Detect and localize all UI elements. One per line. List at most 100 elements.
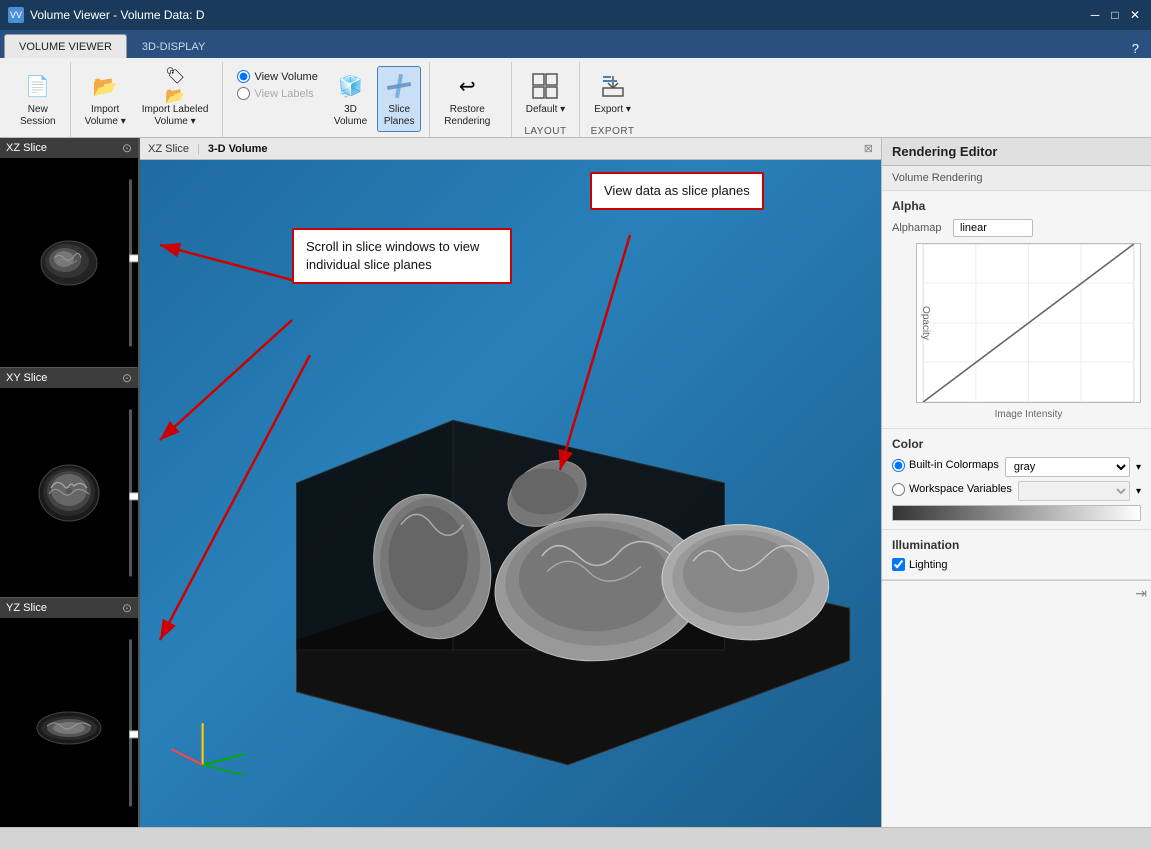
opacity-x-label: Image Intensity	[916, 409, 1141, 420]
new-session-button[interactable]: 📄 NewSession	[14, 66, 62, 132]
yz-slice-content[interactable]	[0, 618, 138, 827]
import-volume-button[interactable]: 📂 ImportVolume ▾	[79, 66, 132, 132]
workspace-variables-dropdown-icon[interactable]: ▾	[1136, 486, 1141, 497]
export-label: Export ▾	[594, 104, 631, 116]
ribbon-section-rendering: ↩ RestoreRendering RENDERING	[430, 62, 512, 137]
builtin-colormap-dropdown-icon[interactable]: ▾	[1136, 462, 1141, 473]
tab-volume-viewer[interactable]: VOLUME VIEWER	[4, 34, 127, 58]
xz-slider-track	[129, 179, 132, 346]
maximize-button[interactable]: □	[1107, 7, 1123, 23]
view-data-annotation-text: View data as slice planes	[604, 183, 750, 198]
close-button[interactable]: ✕	[1127, 7, 1143, 23]
main-area: XZ Slice ⊙	[0, 138, 1151, 827]
workspace-variables-select[interactable]	[1018, 481, 1130, 501]
view-volume-radio-row[interactable]: View Volume	[237, 70, 317, 83]
ribbon-section-export: Export ▾ EXPORT	[580, 62, 645, 137]
ribbon-section-file: 📄 NewSession FILE	[6, 62, 71, 137]
import-volume-label: ImportVolume ▾	[85, 104, 126, 128]
default-layout-label: Default ▾	[526, 104, 565, 116]
ribbon: 📄 NewSession FILE 📂 ImportVolume ▾ 🏷📂 Im…	[0, 58, 1151, 138]
new-session-label: NewSession	[20, 104, 56, 128]
builtin-colormap-radio[interactable]	[892, 459, 905, 472]
restore-rendering-button[interactable]: ↩ RestoreRendering	[438, 66, 496, 132]
lighting-label: Lighting	[909, 559, 948, 571]
xy-slice-content[interactable]	[0, 388, 138, 597]
volume-rendering-label: Volume Rendering	[882, 166, 1151, 191]
xz-slice-view-tab[interactable]: XZ Slice	[148, 143, 189, 155]
xy-slider-thumb[interactable]	[129, 493, 139, 501]
yz-slider-thumb[interactable]	[129, 731, 139, 739]
xy-slice-collapse-icon[interactable]: ⊙	[122, 371, 132, 385]
export-buttons: Export ▾	[588, 62, 637, 124]
lighting-section: Illumination Lighting	[882, 530, 1151, 580]
view-volume-label: View Volume	[254, 71, 317, 83]
xy-slice-label: XY Slice	[6, 372, 47, 384]
rendering-buttons: ↩ RestoreRendering	[438, 62, 503, 136]
minimize-button[interactable]: ─	[1087, 7, 1103, 23]
opacity-y-label: Opacity	[920, 306, 931, 340]
ribbon-section-layout: Default ▾ LAYOUT	[512, 62, 580, 137]
builtin-colormap-select[interactable]: gray hot jet	[1005, 457, 1130, 477]
center-panel: XZ Slice | 3-D Volume ⊠	[140, 138, 881, 827]
yz-slice-collapse-icon[interactable]: ⊙	[122, 601, 132, 615]
default-layout-icon	[529, 70, 561, 102]
app-icon: VV	[8, 7, 24, 23]
workspace-variables-label: Workspace Variables	[909, 483, 1012, 495]
alphamap-label: Alphamap	[892, 222, 947, 234]
layout-section-title: LAYOUT	[520, 126, 571, 137]
view-labels-label: View Labels	[254, 88, 313, 100]
view-labels-radio-row[interactable]: View Labels	[237, 87, 317, 100]
file-buttons: 📄 NewSession	[14, 62, 62, 136]
builtin-colormap-radio-row[interactable]: Built-in Colormaps	[892, 459, 999, 472]
alphamap-input[interactable]	[953, 219, 1033, 237]
tab-3d-display[interactable]: 3D-DISPLAY	[127, 34, 220, 58]
help-button[interactable]: ?	[1124, 39, 1147, 58]
alpha-section: Alpha Alphamap	[882, 191, 1151, 429]
slice-planes-icon	[383, 70, 415, 102]
lighting-checkbox[interactable]	[892, 558, 905, 571]
3d-viewport[interactable]: Scroll in slice windows to view individu…	[140, 160, 881, 827]
xz-slice-panel: XZ Slice ⊙	[0, 138, 138, 368]
yz-slice-slider[interactable]	[126, 639, 134, 806]
scroll-annotation-box: Scroll in slice windows to view individu…	[292, 228, 512, 284]
xz-slice-slider[interactable]	[126, 179, 134, 346]
view-header: XZ Slice | 3-D Volume ⊠	[140, 138, 881, 160]
xz-slider-thumb[interactable]	[129, 254, 139, 262]
xz-slice-header: XZ Slice ⊙	[0, 138, 138, 158]
3d-volume-view-tab[interactable]: 3-D Volume	[208, 143, 268, 155]
xz-slice-image	[29, 228, 109, 298]
default-layout-button[interactable]: Default ▾	[520, 66, 571, 120]
visualize-radio-group: View Volume View Labels	[231, 66, 323, 104]
right-panel-expand-icon[interactable]: ⇥	[1135, 585, 1147, 602]
slice-planes-button[interactable]: SlicePlanes	[377, 66, 421, 132]
3d-volume-label: 3DVolume	[334, 104, 367, 128]
statusbar	[0, 827, 1151, 849]
3d-volume-button[interactable]: 🧊 3DVolume	[328, 66, 373, 132]
view-labels-radio[interactable]	[237, 87, 250, 100]
import-volume-icon: 📂	[89, 70, 121, 102]
yz-slice-label: YZ Slice	[6, 602, 47, 614]
xy-slice-panel: XY Slice ⊙	[0, 368, 138, 598]
view-collapse-icon[interactable]: ⊠	[864, 142, 873, 155]
lighting-checkbox-row[interactable]: Lighting	[892, 558, 1141, 571]
xz-slice-content[interactable]	[0, 158, 138, 367]
import-buttons: 📂 ImportVolume ▾ 🏷📂 Import LabeledVolume…	[79, 62, 215, 136]
import-labeled-volume-button[interactable]: 🏷📂 Import LabeledVolume ▾	[136, 66, 215, 132]
view-data-annotation-box: View data as slice planes	[590, 172, 764, 210]
color-gradient-bar	[892, 505, 1141, 521]
titlebar-controls[interactable]: ─ □ ✕	[1087, 7, 1143, 23]
3d-volume-icon: 🧊	[335, 70, 367, 102]
export-button[interactable]: Export ▾	[588, 66, 637, 120]
window-title: Volume Viewer - Volume Data: D	[30, 8, 205, 22]
workspace-variables-radio[interactable]	[892, 483, 905, 496]
new-session-icon: 📄	[22, 70, 54, 102]
rendering-editor-header: Rendering Editor	[882, 138, 1151, 166]
xy-slice-header: XY Slice ⊙	[0, 368, 138, 388]
ribbon-section-visualize: View Volume View Labels 🧊 3DVolume	[223, 62, 430, 137]
import-labeled-volume-label: Import LabeledVolume ▾	[142, 104, 209, 128]
import-labeled-volume-icon: 🏷📂	[159, 70, 191, 102]
workspace-variables-radio-row[interactable]: Workspace Variables	[892, 483, 1012, 496]
xy-slice-slider[interactable]	[126, 409, 134, 576]
xz-slice-collapse-icon[interactable]: ⊙	[122, 141, 132, 155]
view-volume-radio[interactable]	[237, 70, 250, 83]
